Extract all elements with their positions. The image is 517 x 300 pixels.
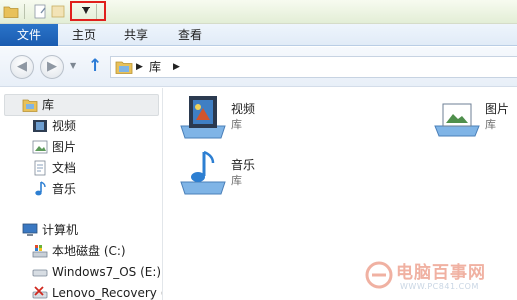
navigation-pane: 库 视频 图片 文档 音乐 计算机 本地磁盘 (C:) Windows7_OS … (0, 88, 165, 300)
up-button[interactable]: ↑ (88, 58, 106, 76)
arrow-right-icon: ▶ (47, 59, 57, 74)
properties-icon[interactable] (32, 4, 48, 19)
pictures-library-icon (32, 140, 48, 154)
watermark: 电脑百事网 WWW.PC841.COM (360, 254, 517, 300)
library-pictures[interactable]: 图片 库 (433, 94, 517, 144)
folder-icon[interactable] (3, 4, 19, 19)
computer-icon (22, 223, 38, 236)
video-library-icon (33, 120, 47, 132)
navigation-bar: ◀ ▶ ▼ ↑ ▶ 库 ▶ (0, 47, 517, 87)
nav-item-libraries[interactable]: 库 (42, 96, 54, 114)
documents-library-icon (34, 160, 46, 176)
watermark-logo-icon (365, 261, 393, 289)
breadcrumb-separator[interactable]: ▶ (173, 60, 180, 74)
video-library-icon (180, 96, 226, 139)
nav-item-documents[interactable]: 文档 (52, 159, 76, 177)
customize-toolbar-dropdown[interactable]: ▼ (78, 5, 94, 17)
music-library-icon (180, 150, 226, 195)
tab-view[interactable]: 查看 (178, 24, 202, 46)
breadcrumb-libraries[interactable]: 库 (149, 59, 161, 75)
nav-item-pictures[interactable]: 图片 (52, 138, 76, 156)
back-button[interactable]: ◀ (10, 55, 34, 79)
library-type: 库 (231, 118, 242, 131)
recent-locations-dropdown[interactable]: ▼ (70, 61, 76, 70)
quick-access-toolbar: ▼ (0, 0, 517, 24)
nav-item-music[interactable]: 音乐 (52, 180, 76, 198)
library-music[interactable]: 音乐 库 (179, 150, 299, 200)
toolbar-separator (24, 4, 25, 19)
arrow-up-icon: ↑ (88, 56, 103, 76)
nav-item-drive-recovery[interactable]: Lenovo_Recovery ( (52, 284, 165, 300)
library-name: 图片 (485, 102, 510, 116)
tab-file[interactable]: 文件 (0, 24, 58, 46)
breadcrumb-separator[interactable]: ▶ (136, 60, 143, 74)
local-disk-icon (32, 245, 48, 258)
nav-item-computer[interactable]: 计算机 (42, 221, 78, 239)
library-type: 库 (231, 174, 242, 187)
library-type: 库 (485, 118, 496, 131)
library-folder-icon (115, 61, 133, 74)
arrow-left-icon: ◀ (17, 59, 27, 74)
nav-item-drive-c[interactable]: 本地磁盘 (C:) (52, 242, 126, 260)
nav-item-videos[interactable]: 视频 (52, 117, 76, 135)
tab-share[interactable]: 共享 (124, 24, 148, 46)
toolbar-separator (96, 4, 97, 19)
pictures-library-icon (434, 103, 480, 137)
nav-item-drive-e[interactable]: Windows7_OS (E:) (52, 263, 161, 281)
library-name: 视频 (231, 102, 256, 116)
forward-button[interactable]: ▶ (40, 55, 64, 79)
library-name: 音乐 (231, 158, 256, 172)
address-bar[interactable]: ▶ 库 ▶ (110, 56, 517, 78)
tab-home[interactable]: 主页 (72, 24, 96, 46)
library-videos[interactable]: 视频 库 (179, 94, 299, 144)
recovery-drive-icon (32, 286, 48, 299)
ribbon-tabs: 文件 主页 共享 查看 (0, 24, 517, 46)
drive-icon (32, 269, 48, 277)
new-folder-icon[interactable] (50, 4, 66, 19)
watermark-text: 电脑百事网 (396, 263, 486, 283)
watermark-url: WWW.PC841.COM (400, 282, 479, 291)
music-library-icon (35, 181, 46, 196)
libraries-icon (22, 99, 38, 112)
